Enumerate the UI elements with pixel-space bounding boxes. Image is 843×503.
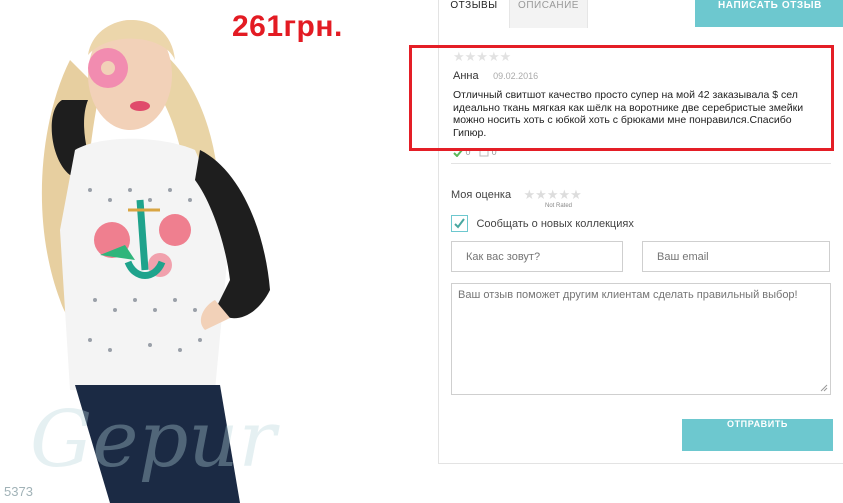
my-rating-label: Моя оценка [451,188,512,201]
review-item: ★★★★★ Анна 09.02.2016 Отличный свитшот к… [453,50,833,157]
my-rating-row: Моя оценка ★★★★★ Not Rated [451,186,582,209]
dislikes-count: 0 [491,147,497,157]
review-author: Анна [453,70,479,82]
likes-count: 0 [465,147,471,157]
product-photo: Gepur 5373 [0,0,330,503]
subscribe-row: Сообщать о новых коллекциях [451,215,634,233]
rating-stars-input[interactable]: ★★★★★ [524,187,582,203]
product-price: 261грн. [232,10,343,43]
subscribe-label: Сообщать о новых коллекциях [476,217,634,230]
tab-bar: отзывы описание написать отзыв [439,0,843,28]
review-helpful-row: 0 0 [453,147,833,157]
review-panel: отзывы описание написать отзыв ★★★★★ Анн… [438,0,843,464]
review-date: 09.02.2016 [493,71,539,81]
tab-reviews[interactable]: отзывы [439,0,509,28]
review-stars: ★★★★★ [453,49,512,64]
divider [451,163,831,164]
checkmark-icon [454,218,465,229]
thumbs-down-icon[interactable] [479,149,489,157]
not-rated-label: Not Rated [545,203,573,209]
name-input[interactable] [451,241,623,272]
tab-description[interactable]: описание [509,0,588,28]
send-button[interactable]: отправить [682,419,833,451]
thumbs-up-icon[interactable] [453,148,463,157]
watermark: Gepur [30,395,276,485]
product-sku: 5373 [4,484,33,499]
email-input[interactable] [642,241,830,272]
write-review-button[interactable]: написать отзыв [695,0,843,27]
subscribe-checkbox[interactable] [451,215,468,233]
resize-handle-icon[interactable] [820,384,828,392]
review-text: Отличный свитшот качество просто супер н… [453,89,804,139]
review-textarea[interactable] [451,283,831,395]
